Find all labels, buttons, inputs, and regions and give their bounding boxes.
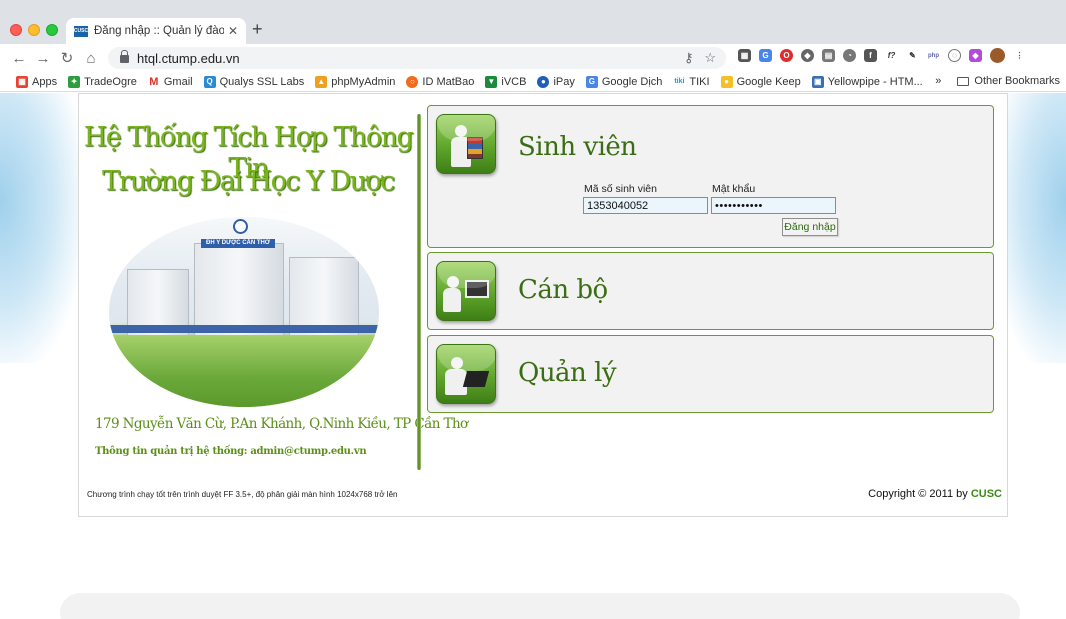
student-login-panel: Sinh viên Mã số sinh viên Mật khẩu Đăng … [427, 105, 994, 248]
menu-dots-icon[interactable]: ⋮ [1013, 49, 1026, 62]
vcb-icon: ▼ [485, 75, 498, 88]
student-panel-title[interactable]: Sinh viên [518, 132, 637, 162]
sky-background-left [0, 93, 80, 363]
ipay-icon: ● [537, 75, 550, 88]
university-address: 179 Nguyễn Văn Cừ, P.An Khánh, Q.Ninh Ki… [95, 416, 468, 432]
tab-close-icon[interactable]: ✕ [228, 24, 238, 38]
bookmark-ipay[interactable]: ● iPay [537, 75, 575, 88]
tradeogre-icon: ✦ [68, 75, 81, 88]
qr-code-extension-icon[interactable]: ▦ [738, 49, 751, 62]
cloud-extension-icon[interactable]: ◆ [801, 49, 814, 62]
bookmark-matbao[interactable]: ○ ID MatBao [406, 75, 474, 88]
address-bar[interactable]: htql.ctump.edu.vn ⚷ ☆ [108, 47, 726, 69]
matbao-icon: ○ [406, 75, 419, 88]
password-label: Mật khẩu [712, 183, 756, 195]
blue-fence [109, 325, 379, 333]
folder-icon [957, 76, 970, 86]
manager-login-panel[interactable]: Quản lý [427, 335, 994, 413]
google-translate-icon: G [585, 75, 598, 88]
profile-avatar-icon[interactable] [990, 48, 1005, 63]
browser-tab-active[interactable]: CUSC Đăng nhập :: Quản lý đào tạo - ✕ [66, 18, 246, 44]
star-bookmark-icon[interactable]: ☆ [704, 50, 716, 65]
home-icon[interactable]: ⌂ [80, 50, 102, 67]
window-zoom-button[interactable] [46, 24, 58, 36]
staff-computer-icon [436, 261, 496, 321]
window-close-button[interactable] [10, 24, 22, 36]
lock-icon [120, 50, 129, 63]
university-logo-icon [233, 219, 248, 234]
bookmark-gmail[interactable]: M Gmail [147, 75, 193, 88]
eyedropper-extension-icon[interactable]: ✎ [906, 49, 919, 62]
cookie-extension-icon[interactable]: ◌ [948, 49, 961, 62]
google-keep-icon: ● [720, 75, 733, 88]
fontface-extension-icon[interactable]: f? [885, 49, 898, 62]
login-button[interactable]: Đăng nhập [782, 218, 838, 236]
bottom-shadow-box [60, 593, 1020, 619]
campus-photo: ĐH Y DƯỢC CẦN THƠ [109, 217, 379, 407]
column-divider [417, 114, 421, 470]
speed-extension-icon[interactable]: ◔ [843, 49, 856, 62]
cusc-brand: CUSC [970, 488, 1002, 500]
qualys-icon: Q [203, 75, 216, 88]
gem-extension-icon[interactable]: ◆ [969, 49, 982, 62]
facebook-extension-icon[interactable]: f [864, 49, 877, 62]
bookmark-google-keep[interactable]: ● Google Keep [720, 75, 801, 88]
php-extension-icon[interactable]: php [927, 49, 940, 62]
gmail-icon: M [147, 75, 160, 88]
student-books-icon [436, 114, 496, 174]
translate-extension-icon[interactable]: G [759, 49, 772, 62]
bookmark-tradeogre[interactable]: ✦ TradeOgre [68, 75, 137, 88]
tiki-icon: tiki [673, 75, 686, 88]
browser-requirement-note: Chương trình chạy tốt trên trình duyệt F… [87, 490, 398, 499]
other-bookmarks[interactable]: Other Bookmarks [974, 75, 1060, 87]
login-container: Hệ Thống Tích Hợp Thông Tin Trường Đại H… [78, 93, 1008, 517]
manager-panel-title[interactable]: Quản lý [518, 358, 617, 388]
tab-title: Đăng nhập :: Quản lý đào tạo - [94, 25, 224, 37]
address-url: htql.ctump.edu.vn [137, 50, 240, 66]
bookmark-yellowpipe[interactable]: ▣ Yellowpipe - HTM... [811, 75, 923, 88]
extension-bar: ▦ G O ◆ ▤ ◔ f f? ✎ php ◌ ◆ ⋮ [738, 48, 1026, 63]
lawn [109, 335, 379, 407]
clipboard-extension-icon[interactable]: ▤ [822, 49, 835, 62]
opera-extension-icon[interactable]: O [780, 49, 793, 62]
forward-arrow-icon[interactable]: → [32, 50, 54, 67]
site-title-line2: Trường Đại Học Y Dược [102, 166, 395, 197]
bookmark-ivcb[interactable]: ▼ iVCB [485, 75, 526, 88]
yellowpipe-icon: ▣ [811, 75, 824, 88]
bookmark-apps[interactable]: ▦ Apps [16, 75, 57, 88]
manager-laptop-icon [436, 344, 496, 404]
back-arrow-icon[interactable]: ← [8, 50, 30, 67]
copyright: Copyright © 2011 by CUSC [868, 488, 1002, 500]
student-id-input[interactable] [583, 197, 708, 214]
browser-toolbar: ← → ↻ ⌂ htql.ctump.edu.vn ⚷ ☆ ▦ G O ◆ ▤ … [0, 44, 1066, 72]
bookmark-qualys[interactable]: Q Qualys SSL Labs [203, 75, 304, 88]
staff-login-panel[interactable]: Cán bộ [427, 252, 994, 330]
window-minimize-button[interactable] [28, 24, 40, 36]
browser-tabstrip: CUSC Đăng nhập :: Quản lý đào tạo - ✕ + [0, 0, 1066, 44]
phpmyadmin-icon: ▲ [315, 75, 328, 88]
admin-contact: Thông tin quản trị hệ thống: admin@ctump… [95, 446, 367, 457]
bookmark-phpmyadmin[interactable]: ▲ phpMyAdmin [315, 75, 395, 88]
building-sign: ĐH Y DƯỢC CẦN THƠ [201, 239, 275, 248]
student-id-label: Mã số sinh viên [584, 183, 657, 195]
bookmarks-bar: ▦ Apps ✦ TradeOgre M Gmail Q Qualys SSL … [0, 72, 1066, 92]
more-bookmarks-chevron[interactable]: » [935, 75, 941, 87]
reload-icon[interactable]: ↻ [56, 49, 78, 67]
page-viewport: Hệ Thống Tích Hợp Thông Tin Trường Đại H… [0, 93, 1066, 619]
apps-grid-icon: ▦ [16, 75, 28, 88]
cusc-favicon-icon: CUSC [74, 25, 88, 37]
bookmark-tiki[interactable]: tiki TIKI [673, 75, 710, 88]
password-input[interactable] [711, 197, 836, 214]
staff-panel-title[interactable]: Cán bộ [518, 275, 608, 305]
key-icon[interactable]: ⚷ [684, 50, 694, 65]
new-tab-button[interactable]: + [252, 19, 263, 40]
bookmark-google-translate[interactable]: G Google Dịch [585, 75, 662, 88]
